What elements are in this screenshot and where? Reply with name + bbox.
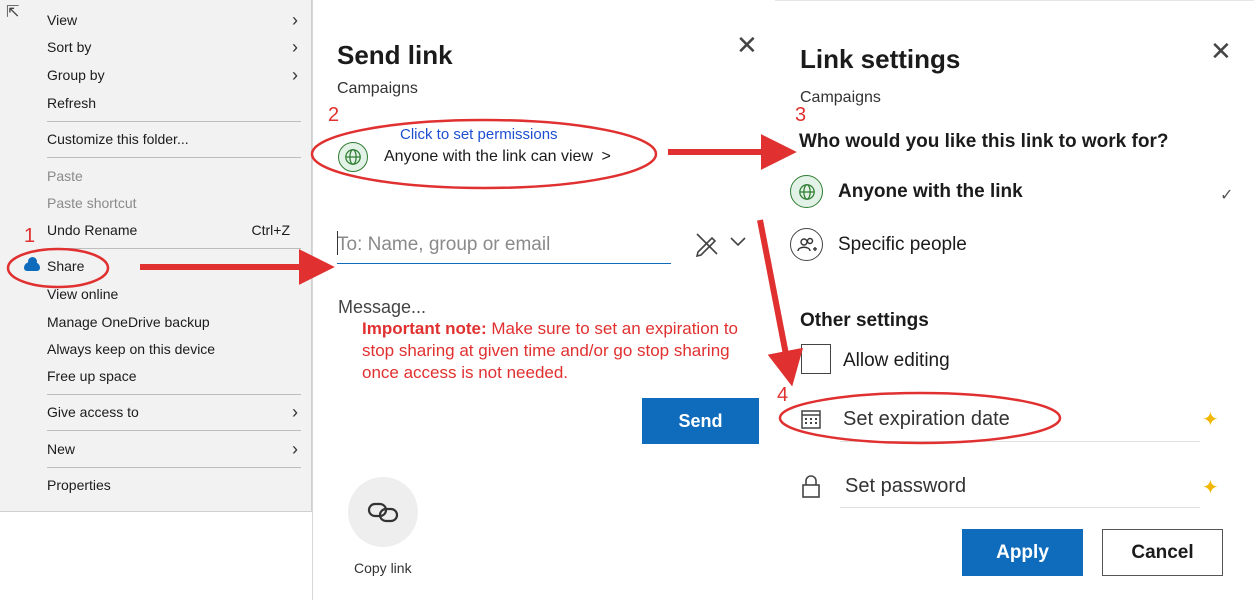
menu-item-label: Manage OneDrive backup	[47, 314, 210, 330]
link-settings-folder-name: Campaigns	[800, 89, 881, 106]
menu-item-label: Customize this folder...	[47, 131, 189, 147]
menu-separator	[47, 248, 301, 249]
menu-item-refresh[interactable]: Refresh	[10, 90, 302, 117]
annotation-note: Important note: Make sure to set an expi…	[362, 318, 752, 384]
menu-item-sort-by[interactable]: Sort by ›	[10, 34, 302, 61]
message-field[interactable]: Message...	[338, 297, 426, 318]
calendar-icon	[801, 410, 821, 429]
menu-item-properties[interactable]: Properties	[10, 472, 302, 499]
edit-permission-icon[interactable]	[693, 229, 721, 257]
panel-divider	[312, 0, 313, 600]
step-number: 4	[777, 384, 789, 406]
step-number: 2	[328, 104, 340, 126]
menu-item-label: Refresh	[47, 95, 97, 111]
menu-separator	[47, 467, 301, 468]
menu-item-undo-rename[interactable]: Undo Rename Ctrl+Z	[10, 217, 302, 244]
menu-item-paste: Paste	[10, 163, 302, 190]
menu-item-label: View online	[47, 286, 119, 302]
other-settings-heading: Other settings	[800, 310, 929, 331]
menu-item-label: Always keep on this device	[47, 341, 216, 357]
menu-item-label: View	[47, 12, 78, 28]
step-number: 1	[24, 225, 36, 247]
premium-sparkle-icon: ✦	[1202, 477, 1219, 499]
link-settings-title: Link settings	[800, 44, 961, 74]
send-link-folder-name: Campaigns	[337, 80, 418, 97]
menu-item-always-keep[interactable]: Always keep on this device	[10, 336, 302, 363]
menu-item-label: Undo Rename	[47, 222, 138, 238]
lock-icon	[802, 475, 820, 498]
menu-item-customize-folder[interactable]: Customize this folder...	[10, 126, 302, 153]
menu-item-label: Paste shortcut	[47, 195, 137, 211]
menu-item-give-access[interactable]: Give access to ›	[10, 399, 302, 426]
password-field[interactable]: Set password	[845, 475, 966, 498]
apply-button[interactable]: Apply	[962, 529, 1083, 576]
menu-separator	[47, 121, 301, 122]
check-icon: ✓	[1220, 187, 1234, 204]
menu-item-manage-backup[interactable]: Manage OneDrive backup	[10, 309, 302, 336]
option-specific-people[interactable]: Specific people	[838, 234, 967, 256]
menu-item-label: Properties	[47, 477, 111, 493]
menu-item-group-by[interactable]: Group by ›	[10, 62, 302, 89]
option-anyone-with-link[interactable]: Anyone with the link	[838, 181, 1023, 203]
close-icon[interactable]: ✕	[736, 32, 758, 58]
audience-question: Who would you like this link to work for…	[799, 131, 1169, 152]
step-number: 3	[795, 104, 807, 126]
chevron-right-icon: ›	[292, 65, 298, 85]
chevron-down-icon[interactable]	[729, 235, 747, 249]
field-underline	[840, 507, 1200, 508]
permission-selector[interactable]: Anyone with the link can view >	[384, 148, 611, 166]
expiration-date-field[interactable]: Set expiration date	[843, 408, 1010, 431]
menu-item-label: Share	[47, 258, 85, 274]
menu-item-label: Sort by	[47, 39, 92, 55]
copy-link-button[interactable]	[348, 477, 418, 547]
menu-item-label: Group by	[47, 67, 105, 83]
menu-separator	[47, 430, 301, 431]
text-caret	[337, 231, 338, 255]
link-icon	[367, 502, 399, 523]
chevron-right-icon: ›	[292, 439, 298, 459]
cancel-button[interactable]: Cancel	[1102, 529, 1223, 576]
people-icon	[790, 228, 823, 261]
menu-item-label: Paste	[47, 168, 83, 184]
menu-item-label: Free up space	[47, 368, 137, 384]
premium-sparkle-icon: ✦	[1202, 409, 1219, 431]
globe-icon	[790, 175, 823, 208]
menu-item-free-up-space[interactable]: Free up space	[10, 363, 302, 390]
menu-item-label: New	[47, 441, 76, 457]
annotation-note-title: Important note:	[362, 319, 487, 338]
onedrive-cloud-icon	[24, 257, 40, 271]
chevron-right-icon: ›	[292, 402, 298, 422]
chevron-right-icon: ›	[292, 10, 298, 30]
send-link-title: Send link	[337, 40, 453, 70]
allow-editing-label: Allow editing	[843, 350, 950, 371]
context-menu: ⇱ View › Sort by › Group by › Refresh Cu…	[0, 0, 312, 512]
field-underline	[840, 441, 1200, 442]
menu-separator	[47, 157, 301, 158]
close-icon[interactable]: ✕	[1210, 38, 1232, 64]
chevron-right-icon: >	[601, 148, 611, 165]
permission-label: Anyone with the link can view	[384, 148, 593, 165]
menu-item-view[interactable]: View ›	[10, 7, 302, 34]
menu-item-label: Give access to	[47, 404, 139, 420]
send-button[interactable]: Send	[642, 398, 759, 444]
menu-item-new[interactable]: New ›	[10, 436, 302, 463]
menu-item-paste-shortcut: Paste shortcut	[10, 190, 302, 217]
menu-item-share[interactable]: Share	[10, 253, 302, 280]
copy-link-label: Copy link	[354, 560, 412, 576]
recipients-input[interactable]	[337, 226, 671, 264]
globe-icon	[338, 142, 368, 172]
menu-item-shortcut: Ctrl+Z	[251, 222, 291, 238]
chevron-right-icon: ›	[292, 37, 298, 57]
menu-item-view-online[interactable]: View online	[10, 281, 302, 308]
allow-editing-checkbox[interactable]	[801, 344, 831, 374]
menu-separator	[47, 394, 301, 395]
permission-hint: Click to set permissions	[400, 126, 558, 143]
